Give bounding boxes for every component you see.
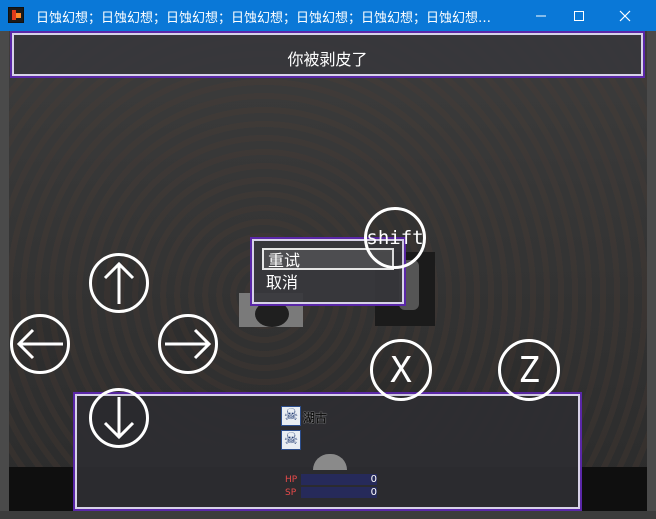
app-icon bbox=[8, 7, 24, 23]
z-button[interactable]: Z bbox=[498, 339, 560, 401]
arrow-left-icon bbox=[16, 328, 63, 360]
message-text: 你被剥皮了 bbox=[287, 50, 368, 69]
hp-label: HP bbox=[285, 475, 298, 485]
maximize-button[interactable] bbox=[556, 0, 602, 31]
status-window: 湖古 HP 0 SP 0 bbox=[73, 392, 582, 511]
window-frame-right bbox=[647, 31, 656, 511]
x-button[interactable]: X bbox=[370, 339, 432, 401]
dpad-up-button[interactable] bbox=[89, 253, 149, 313]
maximize-icon bbox=[574, 10, 584, 21]
sp-label: SP bbox=[285, 488, 297, 498]
arrow-up-icon bbox=[103, 261, 135, 304]
arrow-right-icon bbox=[165, 328, 212, 360]
title-bar[interactable]: 日蚀幻想；日蚀幻想；日蚀幻想；日蚀幻想；日蚀幻想；日蚀幻想；日蚀幻想；日蚀... bbox=[0, 0, 656, 31]
tombstone-icon bbox=[313, 454, 347, 470]
x-label: X bbox=[390, 349, 412, 391]
arrow-down-icon bbox=[103, 397, 135, 440]
dpad-down-button[interactable] bbox=[89, 388, 149, 448]
hp-value: 0 bbox=[370, 474, 377, 485]
window-frame-left bbox=[0, 31, 9, 511]
sp-value: 0 bbox=[370, 487, 377, 498]
z-label: Z bbox=[518, 349, 540, 391]
actor-name: 湖古 bbox=[303, 411, 328, 425]
dpad-right-button[interactable] bbox=[158, 314, 218, 374]
choice-cancel[interactable]: 取消 bbox=[262, 272, 394, 294]
close-button[interactable] bbox=[602, 0, 648, 31]
skull-icon bbox=[281, 429, 301, 450]
message-window: 你被剥皮了 bbox=[10, 31, 645, 78]
window-frame-bottom bbox=[0, 511, 656, 519]
close-icon bbox=[619, 10, 631, 21]
window-title: 日蚀幻想；日蚀幻想；日蚀幻想；日蚀幻想；日蚀幻想；日蚀幻想；日蚀幻想；日蚀... bbox=[36, 11, 496, 26]
shift-label: shift bbox=[366, 227, 424, 249]
shift-button[interactable]: shift bbox=[364, 207, 426, 269]
game-screen[interactable]: 你被剥皮了 重试 取消 湖古 HP 0 SP 0 bbox=[9, 31, 647, 511]
skull-icon bbox=[281, 405, 301, 426]
minimize-icon bbox=[536, 15, 546, 16]
dpad-left-button[interactable] bbox=[10, 314, 70, 374]
